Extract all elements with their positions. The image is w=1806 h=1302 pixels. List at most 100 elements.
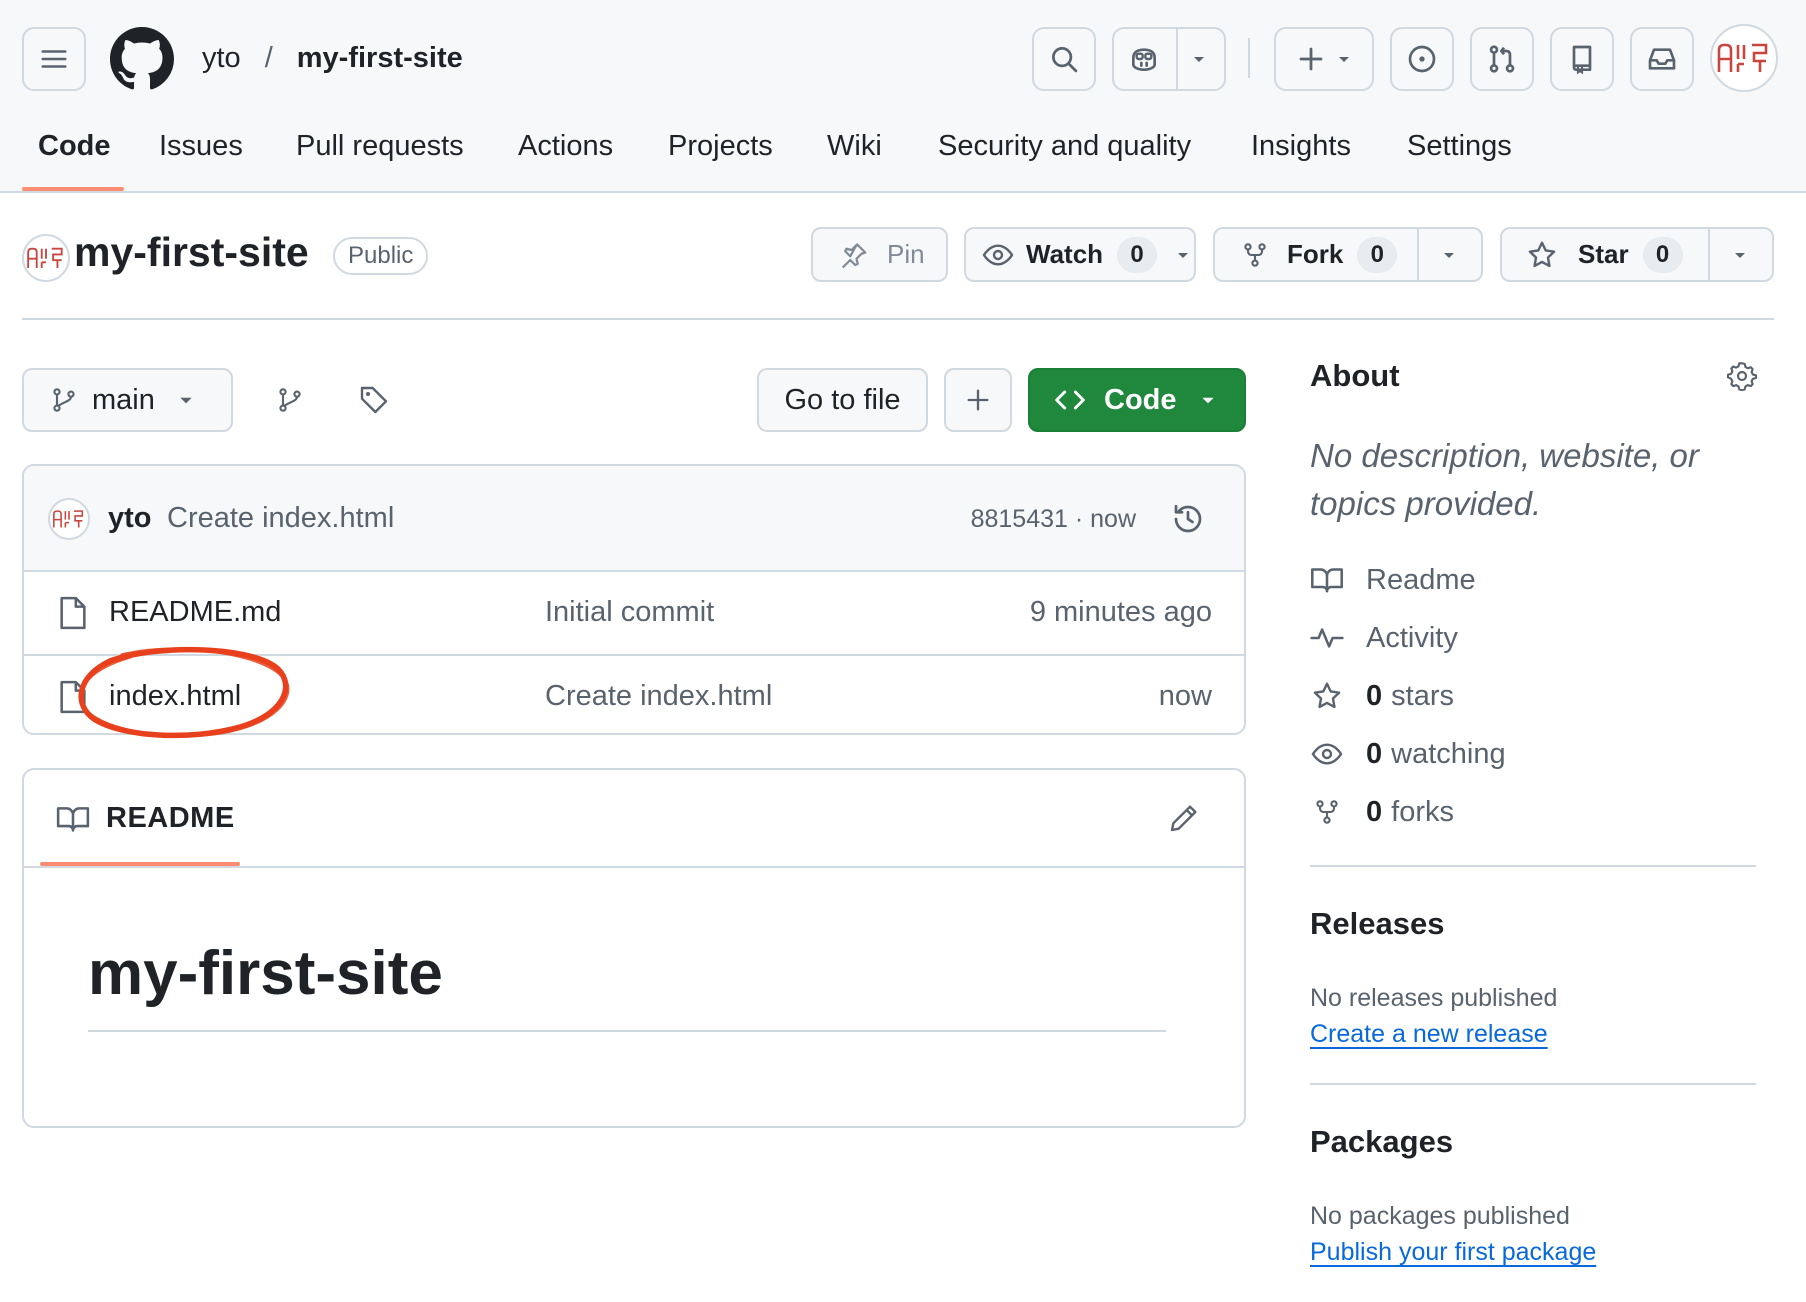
github-logo-icon[interactable] [110,27,174,91]
history-icon [1174,504,1202,533]
tab-code[interactable]: Code [38,130,111,163]
watching-link[interactable]: 0 watching [1310,734,1506,774]
repo-forked-icon [1316,800,1338,824]
gear-icon [1726,362,1758,392]
commit-author-avatar[interactable] [48,498,90,540]
pulse-icon [1310,628,1344,648]
pencil-icon [1170,805,1197,832]
avatar-identicon-icon [27,247,63,268]
active-tab-indicator [22,187,124,191]
git-pull-request-icon [1489,45,1515,73]
star-count: 0 [1642,236,1683,273]
copilot-dropdown[interactable] [1175,51,1224,67]
tab-settings[interactable]: Settings [1407,130,1512,163]
repositories-button[interactable] [1550,27,1614,91]
eye-icon [982,243,1014,266]
repo-link[interactable]: my-first-site [297,42,463,75]
activity-link-label: Activity [1366,621,1458,654]
star-label: Star [1578,239,1629,269]
tab-insights[interactable]: Insights [1251,130,1351,163]
tab-actions[interactable]: Actions [518,130,613,163]
inbox-button[interactable] [1630,27,1694,91]
publish-package-link[interactable]: Publish your first package [1310,1238,1596,1267]
book-icon [56,807,90,832]
create-new-button[interactable] [1274,27,1374,91]
eye-icon [1311,743,1343,765]
forks-link[interactable]: 0 forks [1310,792,1454,832]
plus-icon [967,389,989,411]
commit-sha-time[interactable]: 8815431 · now [971,505,1136,534]
commit-history-link[interactable] [1170,501,1206,537]
hamburger-icon [41,50,67,68]
visibility-badge: Public [333,237,429,275]
tab-projects[interactable]: Projects [668,130,773,163]
copilot-icon [1132,48,1157,72]
pull-requests-button[interactable] [1470,27,1534,91]
about-settings-button[interactable] [1726,360,1758,392]
create-release-link[interactable]: Create a new release [1310,1020,1548,1049]
packages-title[interactable]: Packages [1310,1124,1453,1160]
caret-down-icon [1339,57,1349,62]
forks-label: forks [1391,795,1454,828]
latest-commit-bar: yto Create index.html 8815431 · now [24,466,1244,572]
go-to-file-button[interactable]: Go to file [757,368,928,432]
watching-label: watching [1391,737,1506,770]
commit-message[interactable]: Create index.html [167,502,394,535]
tab-issues[interactable]: Issues [159,130,243,163]
pin-icon [841,242,867,268]
book-icon [1311,568,1343,593]
tag-icon [360,386,388,414]
git-branch-icon [53,388,75,412]
search-button[interactable] [1032,27,1096,91]
branches-link[interactable] [276,384,304,416]
pin-button[interactable]: Pin [811,227,948,282]
file-icon [60,596,86,630]
tab-wiki[interactable]: Wiki [827,130,882,163]
code-clone-button[interactable]: Code [1028,368,1246,432]
owner-avatar[interactable] [22,234,70,282]
stars-link[interactable]: 0 stars [1310,676,1454,716]
title-divider [22,318,1774,320]
sidebar-divider [1310,865,1756,867]
file-commit-message[interactable]: Initial commit [545,596,714,629]
watch-button[interactable]: Watch 0 [964,227,1196,282]
owner-link[interactable]: yto [202,42,241,75]
branch-selector[interactable]: main [22,368,233,432]
readme-tab-indicator [40,862,240,866]
about-description: No description, website, or topics provi… [1310,437,1699,522]
watch-count: 0 [1117,236,1158,273]
readme-link[interactable]: Readme [1310,560,1476,600]
issue-opened-icon [1408,45,1436,73]
annotation-circle [78,646,290,739]
plus-icon [1299,47,1323,71]
readme-panel: README my-first-site [22,768,1246,1128]
tags-link[interactable] [358,384,390,416]
issues-button[interactable] [1390,27,1454,91]
caret-down-icon [1178,252,1189,258]
star-button[interactable]: Star 0 [1500,227,1774,282]
commit-author[interactable]: yto [108,502,152,535]
tab-security-and-quality[interactable]: Security and quality [938,130,1191,163]
user-avatar[interactable] [1710,24,1778,92]
fork-button[interactable]: Fork 0 [1213,227,1483,282]
watching-count: 0 [1366,737,1383,770]
file-commit-message[interactable]: Create index.html [545,680,772,713]
menu-button[interactable] [22,27,86,91]
readme-tab[interactable]: README [106,802,235,835]
fork-label: Fork [1287,239,1344,269]
avatar-identicon-icon [1717,43,1768,72]
file-name[interactable]: README.md [109,596,281,629]
tab-pull-requests[interactable]: Pull requests [296,130,464,163]
activity-link[interactable]: Activity [1310,618,1458,658]
stars-label: stars [1391,679,1454,712]
add-file-button[interactable] [944,368,1012,432]
caret-down-icon [180,397,192,404]
releases-title[interactable]: Releases [1310,906,1444,942]
fork-dropdown[interactable] [1417,247,1481,263]
star-dropdown[interactable] [1708,247,1772,263]
copilot-button[interactable] [1112,27,1226,91]
fork-count: 0 [1357,236,1398,273]
edit-readme-button[interactable] [1168,802,1200,834]
repo-icon [1572,45,1592,75]
repo-title: my-first-site [74,229,309,275]
